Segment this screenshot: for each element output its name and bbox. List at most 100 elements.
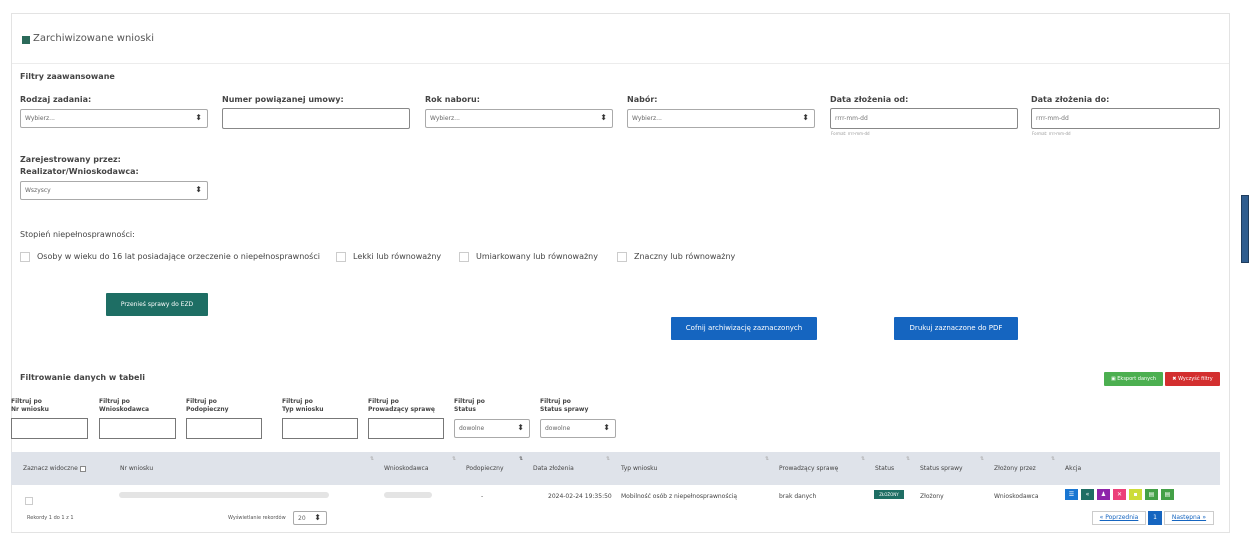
filter-podopieczny-input[interactable] xyxy=(186,418,262,439)
filter-wnioskodawca-label: Filtruj po Wnioskodawca xyxy=(99,398,150,413)
filter-wnioskodawca-input[interactable] xyxy=(99,418,176,439)
stopien-option-4: Znaczny lub równoważny xyxy=(634,252,736,261)
col-zlozony[interactable]: Złożony przez xyxy=(994,465,1036,472)
col-akcja: Akcja xyxy=(1065,465,1082,472)
prev-page-button[interactable]: « Poprzednia xyxy=(1092,511,1146,525)
filter-nr-input[interactable] xyxy=(11,418,88,439)
col-status[interactable]: Status xyxy=(875,465,894,472)
nabor-select[interactable]: Wybierz... ⬍ xyxy=(627,109,815,128)
filter-status-sprawy-select[interactable]: dowolne ⬍ xyxy=(540,419,616,438)
row-checkbox[interactable] xyxy=(25,497,33,505)
cell-prowadzacy: brak danych xyxy=(779,493,817,500)
cell-zlozony: Wnioskodawca xyxy=(994,493,1039,500)
sort-icon[interactable]: ⇅ xyxy=(606,456,610,462)
sort-icon[interactable]: ⇅ xyxy=(861,456,865,462)
checkbox-icon xyxy=(79,465,86,472)
filter-status-sprawy-label: Filtruj po Status sprawy xyxy=(540,398,589,413)
panel-title: Zarchiwizowane wnioski xyxy=(33,33,154,44)
zarejestrowany-label: Zarejestrowany przez: xyxy=(20,155,121,164)
data-do-hint: Format: rrrr-mm-dd xyxy=(1032,131,1071,136)
sort-icon[interactable]: ⇅ xyxy=(765,456,769,462)
user-icon[interactable]: ♟ xyxy=(1097,489,1110,500)
side-tab[interactable] xyxy=(1241,195,1249,263)
page-size-label: Wyświetlanie rekordów xyxy=(228,515,286,521)
data-do-input[interactable]: rrrr-mm-dd xyxy=(1031,108,1220,129)
stopien-label: Stopień niepełnosprawności: xyxy=(20,230,135,239)
sort-icon[interactable]: ⇅ xyxy=(980,456,984,462)
select-arrow-icon: ⬍ xyxy=(314,513,321,522)
next-page-button[interactable]: Następna » xyxy=(1164,511,1214,525)
select-arrow-icon: ⬍ xyxy=(195,185,202,194)
col-zaznacz[interactable]: Zaznacz widoczne xyxy=(23,465,86,472)
stopien-checkbox-1[interactable] xyxy=(20,252,30,262)
pdf-icon[interactable]: ▤ xyxy=(1161,489,1174,500)
rok-naboru-select[interactable]: Wybierz... ⬍ xyxy=(425,109,613,128)
sort-icon[interactable]: ⇅ xyxy=(370,456,374,462)
current-page-button[interactable]: 1 xyxy=(1148,511,1162,525)
cell-typ: Mobilność osób z niepełnosprawnością xyxy=(621,493,738,500)
select-arrow-icon: ⬍ xyxy=(195,113,202,122)
numer-umowy-input[interactable] xyxy=(222,108,410,129)
zarejestrowany-select[interactable]: Wszyscy ⬍ xyxy=(20,181,208,200)
przenies-ezd-button[interactable]: Przenieś sprawy do EZD xyxy=(106,293,208,316)
redacted-wnioskodawca xyxy=(384,492,432,498)
filter-nr-label: Filtruj po Nr wniosku xyxy=(11,398,49,413)
list-icon[interactable]: ☰ xyxy=(1065,489,1078,500)
cell-status-sprawy: Złożony xyxy=(920,493,944,500)
sort-icon[interactable]: ⇅ xyxy=(519,456,523,462)
sort-icon[interactable]: ⇅ xyxy=(906,456,910,462)
filter-status-select[interactable]: dowolne ⬍ xyxy=(454,419,530,438)
filter-prowadzacy-label: Filtruj po Prowadzący sprawę xyxy=(368,398,435,413)
select-arrow-icon: ⬍ xyxy=(802,113,809,122)
rodzaj-zadania-label: Rodzaj zadania: xyxy=(20,95,92,104)
page-size-select[interactable]: 20 ⬍ xyxy=(293,511,327,525)
data-od-hint: Format: rrrr-mm-dd xyxy=(831,131,870,136)
wyczysc-button[interactable]: ✖ Wyczyść filtry xyxy=(1165,372,1220,386)
cancel-icon[interactable]: ✕ xyxy=(1113,489,1126,500)
col-typ[interactable]: Typ wniosku xyxy=(621,465,657,472)
stopien-option-2: Lekki lub równoważny xyxy=(353,252,442,261)
realizator-label: Realizator/Wnioskodawca: xyxy=(20,167,139,176)
redacted-nr-wniosku xyxy=(119,492,329,498)
numer-umowy-label: Numer powiązanej umowy: xyxy=(222,95,344,104)
panel-header: Zarchiwizowane wnioski xyxy=(12,14,1229,64)
sort-icon[interactable]: ⇅ xyxy=(1051,456,1055,462)
records-info: Rekordy 1 do 1 z 1 xyxy=(27,515,74,521)
col-nr[interactable]: Nr wniosku xyxy=(120,465,153,472)
stopien-checkbox-2[interactable] xyxy=(336,252,346,262)
nabor-label: Nabór: xyxy=(627,95,658,104)
stopien-checkbox-4[interactable] xyxy=(617,252,627,262)
rewind-icon[interactable]: « xyxy=(1081,489,1094,500)
archive-icon xyxy=(22,36,30,44)
filter-typ-input[interactable] xyxy=(282,418,358,439)
col-wnioskodawca[interactable]: Wnioskodawca xyxy=(384,465,429,472)
stopien-option-3: Umiarkowany lub równoważny xyxy=(476,252,598,261)
stopien-option-1: Osoby w wieku do 16 lat posiadające orze… xyxy=(37,252,320,261)
select-arrow-icon: ⬍ xyxy=(600,113,607,122)
data-od-label: Data złożenia od: xyxy=(830,95,909,104)
filter-status-label: Filtruj po Status xyxy=(454,398,485,413)
eksport-button[interactable]: ▣ Eksport danych xyxy=(1104,372,1163,386)
rok-naboru-label: Rok naboru: xyxy=(425,95,480,104)
cofnij-archiwizacje-button[interactable]: Cofnij archiwizację zaznaczonych xyxy=(671,317,817,340)
stopien-checkbox-3[interactable] xyxy=(459,252,469,262)
document-icon[interactable]: ▪ xyxy=(1129,489,1142,500)
table-header xyxy=(11,452,1220,485)
col-data[interactable]: Data złożenia xyxy=(533,465,574,472)
cell-podopieczny: - xyxy=(481,493,484,500)
filters-heading: Filtry zaawansowane xyxy=(20,72,115,81)
filter-typ-label: Filtruj po Typ wniosku xyxy=(282,398,324,413)
data-od-input[interactable]: rrrr-mm-dd xyxy=(830,108,1018,129)
document-icon[interactable]: ▤ xyxy=(1145,489,1158,500)
status-badge: ZŁOŻONY xyxy=(874,490,904,499)
table-filters-heading: Filtrowanie danych w tabeli xyxy=(20,373,145,382)
sort-icon[interactable]: ⇅ xyxy=(452,456,456,462)
drukuj-pdf-button[interactable]: Drukuj zaznaczone do PDF xyxy=(894,317,1018,340)
col-status-sprawy[interactable]: Status sprawy xyxy=(920,465,963,472)
select-arrow-icon: ⬍ xyxy=(603,423,610,432)
rodzaj-zadania-select[interactable]: Wybierz... ⬍ xyxy=(20,109,208,128)
col-prowadzacy[interactable]: Prowadzący sprawę xyxy=(779,465,838,472)
col-podopieczny[interactable]: Podopieczny xyxy=(466,465,504,472)
data-do-label: Data złożenia do: xyxy=(1031,95,1110,104)
filter-prowadzacy-input[interactable] xyxy=(368,418,444,439)
